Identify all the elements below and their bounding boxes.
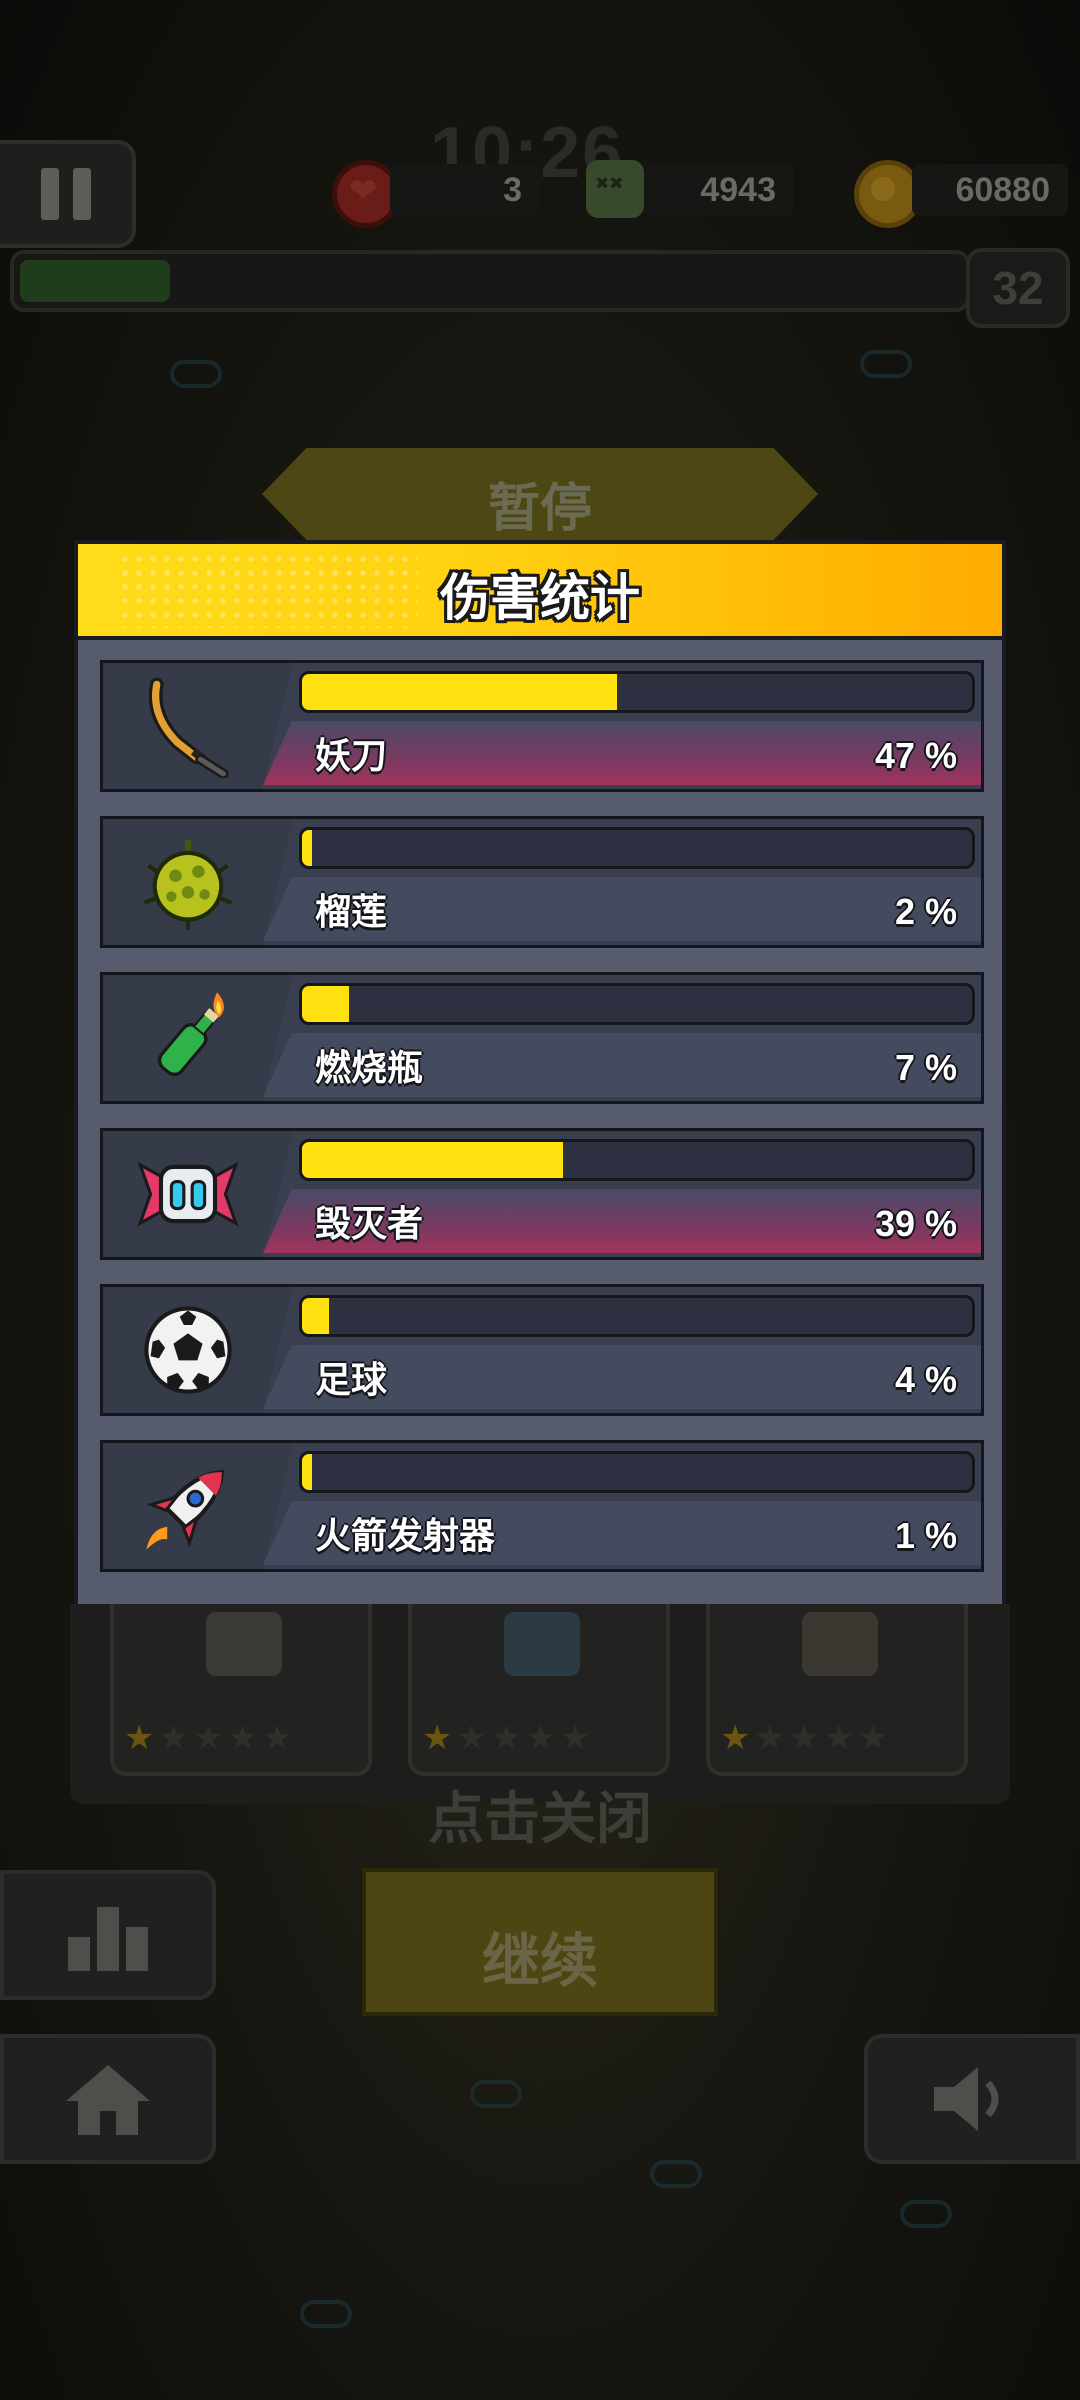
damage-bar-fill (302, 1454, 312, 1490)
damage-bar-track (299, 671, 975, 713)
damage-bar-fill (302, 986, 349, 1022)
damage-row: 榴莲 2 % (100, 816, 984, 948)
damage-percent: 1 % (894, 1515, 957, 1556)
experience-bar (10, 250, 970, 312)
experience-fill (20, 260, 170, 302)
weapon-name: 足球 (315, 1359, 388, 1400)
weapon-icon-cell (103, 1287, 293, 1413)
rocket-icon (146, 1469, 225, 1550)
damage-bar-fill (302, 1142, 564, 1178)
background-enemy (650, 2160, 702, 2188)
ammo-box-icon (802, 1612, 878, 1676)
kills-counter: 4943 (644, 164, 794, 216)
damage-row: 燃烧瓶 7 % (100, 972, 984, 1104)
weapon-icon-cell (103, 819, 293, 945)
damage-percent: 39 % (874, 1203, 957, 1244)
damage-bar-track (299, 983, 975, 1025)
damage-percent: 4 % (894, 1359, 957, 1400)
background-enemy (860, 350, 912, 378)
background-enemy (470, 2080, 522, 2108)
durian-icon (143, 840, 233, 930)
katana-icon (148, 677, 229, 778)
home-button[interactable] (0, 2034, 216, 2164)
background-enemy (170, 360, 222, 388)
stats-button[interactable] (0, 1870, 216, 2000)
continue-label: 继续 (481, 1929, 598, 1994)
weapon-name: 妖刀 (315, 735, 388, 776)
skull-icon (586, 160, 644, 218)
weapon-icon-cell (103, 975, 293, 1101)
background-enemy (900, 2200, 952, 2228)
pause-icon (41, 168, 59, 220)
background-enemy (300, 2300, 352, 2328)
damage-bar-track (299, 1451, 975, 1493)
damage-row: 毁灭者 39 % (100, 1128, 984, 1260)
continue-button[interactable]: 继续 (362, 1868, 718, 2016)
coins-counter: 60880 (912, 164, 1068, 216)
pause-button[interactable] (0, 140, 136, 248)
damage-bar-track (299, 827, 975, 869)
star-rating: ★★★★★ (720, 1719, 893, 1757)
weapon-icon-cell (103, 1131, 293, 1257)
damage-bar-track (299, 1139, 975, 1181)
vest-icon (206, 1612, 282, 1676)
level-badge: 32 (966, 248, 1070, 328)
damage-row: 妖刀 47 % (100, 660, 984, 792)
equipment-slot: ★★★★★ (408, 1604, 670, 1776)
book-icon (504, 1612, 580, 1676)
weapon-name: 榴莲 (315, 891, 388, 932)
star-rating: ★★★★★ (124, 1719, 297, 1757)
sound-button[interactable] (864, 2034, 1080, 2164)
equipment-slot: ★★★★★ (110, 1604, 372, 1776)
damage-bar-track (299, 1295, 975, 1337)
damage-percent: 47 % (874, 735, 957, 776)
speaker-icon (934, 2067, 999, 2131)
destroyer-drone-icon (137, 1161, 239, 1227)
home-icon (66, 2065, 150, 2135)
soccer-ball-icon (144, 1306, 232, 1394)
weapon-icon-cell (103, 663, 293, 789)
pause-banner: 暂停 (262, 448, 818, 540)
molotov-icon (157, 992, 224, 1077)
damage-stats-panel: 伤害统计 妖刀 47 % 榴莲 2 % 燃烧瓶 7 % 毁灭者 39 % 足球 4 % 火箭发射器 1… (74, 540, 1006, 1610)
damage-row: 足球 4 % (100, 1284, 984, 1416)
weapon-name: 火箭发射器 (315, 1515, 496, 1556)
panel-header: 伤害统计 (78, 544, 1002, 640)
damage-bar-fill (302, 674, 617, 710)
pause-banner-text: 暂停 (487, 480, 592, 538)
weapon-icon-cell (103, 1443, 293, 1569)
damage-bar-fill (302, 830, 312, 866)
damage-row: 火箭发射器 1 % (100, 1440, 984, 1572)
panel-title: 伤害统计 (440, 570, 640, 626)
damage-bar-fill (302, 1298, 329, 1334)
damage-percent: 2 % (894, 891, 957, 932)
damage-percent: 7 % (894, 1047, 957, 1088)
weapon-name: 燃烧瓶 (315, 1047, 424, 1088)
equipment-slot: ★★★★★ (706, 1604, 968, 1776)
bar-chart-icon (68, 1907, 148, 1971)
star-rating: ★★★★★ (422, 1719, 595, 1757)
lives-counter: 3 (390, 164, 540, 216)
tap-to-close-text[interactable]: 点击关闭 (0, 1774, 1080, 1855)
weapon-name: 毁灭者 (315, 1203, 424, 1244)
